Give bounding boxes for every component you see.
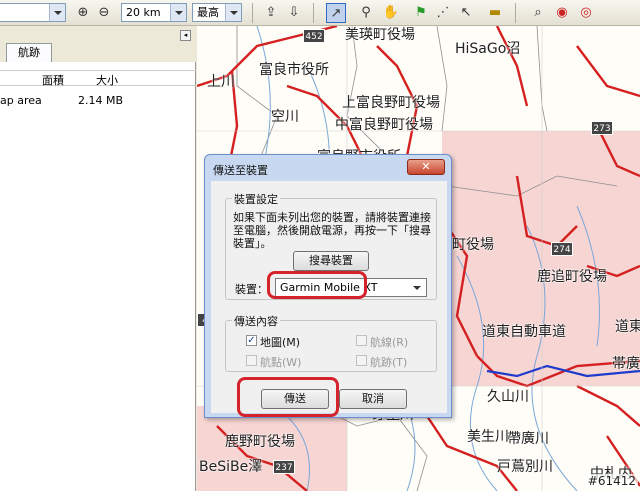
device-description: 如果下面未列出您的裝置，請將裝置連接至電腦，然後開啟電源，再按一下「搜尋裝置」。 — [233, 211, 431, 250]
waypoint-checkbox-label: 航點(W) — [260, 356, 302, 369]
map-label: 道東 — [615, 319, 640, 335]
chevron-down-icon — [170, 4, 186, 21]
highlight-ring-send — [237, 377, 339, 417]
device-label: 裝置： — [235, 283, 268, 296]
route-shield: 273 — [591, 121, 613, 135]
chevron-down-icon — [225, 4, 241, 21]
find-binoculars-icon[interactable]: ⌕ — [528, 3, 548, 23]
map-label: 空川 — [271, 109, 299, 125]
list-header: 面積 大小 — [0, 70, 196, 88]
map-label: 中富良野町役場 — [335, 117, 433, 133]
zoom-tool-icon[interactable]: ⚲ — [356, 3, 376, 23]
group-title-content: 傳送內容 — [232, 313, 280, 329]
close-button[interactable]: ✕ — [407, 159, 445, 175]
map-select-tool-icon[interactable]: ↗ — [326, 3, 346, 23]
send-to-device-dialog: 傳送至裝置 ✕ 裝置設定 如果下面未列出您的裝置，請將裝置連接至電腦，然後開啟電… — [204, 154, 452, 418]
column-header-size[interactable]: 大小 — [96, 72, 118, 88]
list-item[interactable]: ap area 2.14 MB — [0, 94, 196, 110]
collapse-panel-icon[interactable]: ◂ — [180, 30, 191, 41]
route-shield: 237 — [273, 460, 295, 474]
watermark: #61412 — [585, 474, 638, 488]
map-label: 鹿野町役場 — [225, 434, 295, 450]
measure-ruler-icon[interactable]: ▬ — [485, 3, 505, 23]
zoom-in-icon[interactable]: ⊕ — [73, 3, 93, 23]
map-label: 鹿追町役場 — [537, 269, 607, 285]
map-label: 帶廣川 — [507, 431, 549, 447]
route-shield: 274 — [551, 242, 573, 256]
map-label: 美瑛町役場 — [345, 27, 415, 43]
map-checkbox[interactable]: ✓ — [246, 335, 257, 346]
send-to-device-icon[interactable]: ⇩ — [284, 3, 304, 23]
item-size: 2.14 MB — [78, 94, 124, 107]
map-label: 帯廣 — [612, 356, 640, 372]
toolbar: ⊕ ⊖ 20 km 最高 ⇪ ⇩ ↗ ⚲ ✋ ⚑ ⋰ ↖ ▬ ⌕ ◉ ◎ — [0, 0, 640, 26]
cancel-button[interactable]: 取消 — [339, 389, 407, 409]
map-label: 上富良野町役場 — [342, 95, 440, 111]
toolbar-divider — [515, 3, 516, 23]
detail-level-dropdown[interactable]: 最高 — [192, 3, 242, 22]
column-header-area[interactable]: 面積 — [42, 72, 64, 88]
map-label: 戸蔦別川 — [497, 459, 553, 475]
waypoint-flag-icon[interactable]: ⚑ — [411, 3, 431, 23]
tab-strip: 航跡 — [0, 26, 196, 62]
item-name: ap area — [0, 94, 42, 107]
map-label: 富良市役所 — [259, 62, 329, 78]
group-title-device: 裝置設定 — [232, 191, 280, 207]
map-label: 上川 — [207, 74, 235, 90]
map-selector-dropdown[interactable] — [0, 3, 66, 22]
map-label: 久山川 — [487, 389, 529, 405]
search-device-button[interactable]: 搜尋裝置 — [293, 251, 369, 271]
route-checkbox-label: 航線(R) — [370, 336, 409, 349]
map-label: 町役場 — [452, 237, 494, 253]
detail-level-value: 最高 — [197, 6, 219, 19]
map-label: 道東自動車道 — [482, 324, 566, 340]
map-label: 美生川 — [467, 429, 509, 445]
waypoint-checkbox[interactable] — [246, 355, 257, 366]
left-panel: 航跡 ◂ 面積 大小 ap area 2.14 MB — [0, 26, 196, 491]
track-checkbox-label: 航跡(T) — [370, 356, 408, 369]
receive-from-device-icon[interactable]: ⇪ — [261, 3, 281, 23]
toolbar-divider — [313, 3, 314, 23]
toolbar-divider — [252, 3, 253, 23]
zoom-scale-value: 20 km — [126, 6, 161, 19]
selection-arrow-icon[interactable]: ↖ — [456, 3, 476, 23]
map-label: BeSiBe澤 — [199, 459, 263, 475]
tab-tracks[interactable]: 航跡 — [6, 43, 52, 62]
highlight-ring-device — [267, 271, 367, 299]
zoom-scale-dropdown[interactable]: 20 km — [121, 3, 187, 22]
route-tool-icon[interactable]: ⋰ — [433, 3, 453, 23]
pan-hand-icon[interactable]: ✋ — [381, 3, 401, 23]
dialog-title: 傳送至裝置 — [213, 164, 268, 177]
route-checkbox[interactable] — [356, 335, 367, 346]
find-nearby-icon[interactable]: ◎ — [576, 3, 596, 23]
find-places-icon[interactable]: ◉ — [552, 3, 572, 23]
track-checkbox[interactable] — [356, 355, 367, 366]
zoom-out-icon[interactable]: ⊖ — [94, 3, 114, 23]
chevron-down-icon — [49, 4, 65, 21]
route-shield: 452 — [303, 29, 325, 43]
map-label: HiSaGo沼 — [455, 41, 521, 57]
map-checkbox-label: 地圖(M) — [260, 336, 301, 349]
